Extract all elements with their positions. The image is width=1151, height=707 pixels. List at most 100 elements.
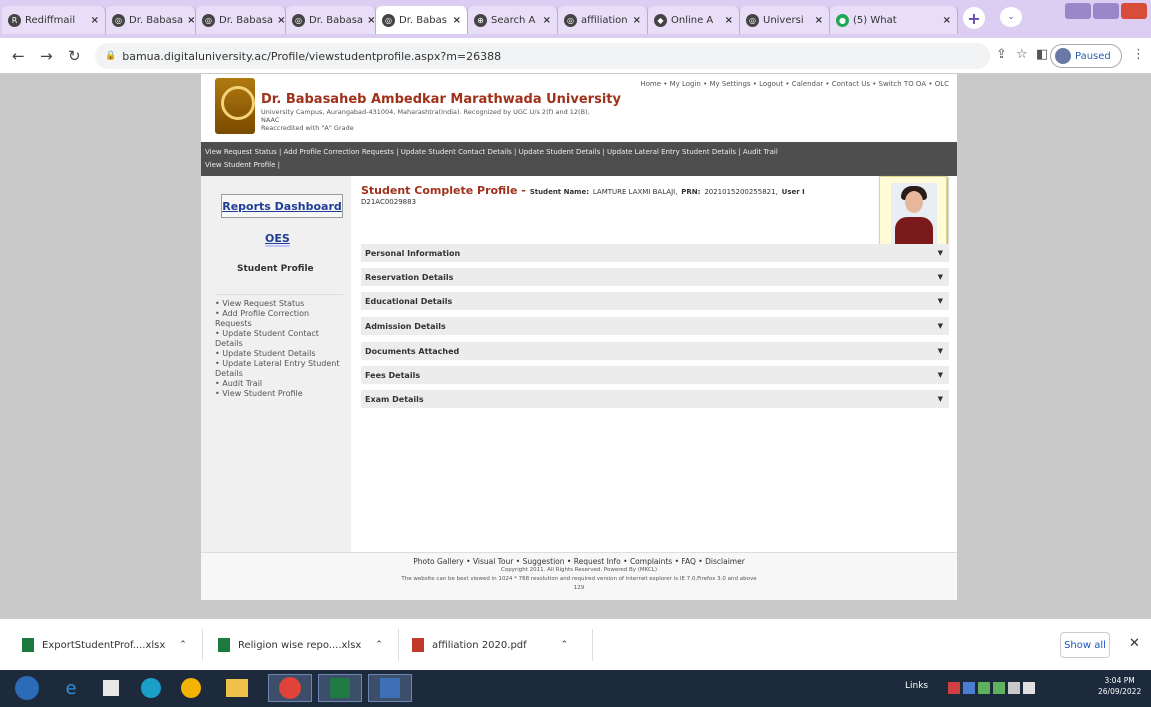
close-tab-icon[interactable]: × <box>629 15 641 26</box>
chevron-up-icon[interactable]: ⌃ <box>375 640 383 650</box>
chrome-icon[interactable] <box>176 674 206 702</box>
close-tab-icon[interactable]: × <box>939 15 951 26</box>
section-personal-information[interactable]: Personal Information ▼ <box>361 244 949 262</box>
browser-tab[interactable]: R Rediffmail × <box>2 6 106 34</box>
url-bar[interactable]: 🔒 bamua.digitaluniversity.ac/Profile/vie… <box>95 43 990 69</box>
close-icon[interactable]: ✕ <box>1129 636 1140 651</box>
close-tab-icon[interactable]: × <box>539 15 551 26</box>
share-icon[interactable]: ⇪ <box>996 47 1007 62</box>
browser-tab-strip: R Rediffmail × ◎ Dr. Babasa × ◎ Dr. Babasa × ◎… <box>0 0 1151 38</box>
browser-tab[interactable]: ⊕ Search A × <box>468 6 558 34</box>
tab-search-button[interactable]: ⌄ <box>1000 7 1022 27</box>
sidebar-item[interactable]: • View Request Status <box>215 299 343 309</box>
browser-tab[interactable]: ◎ Dr. Babasa × <box>196 6 286 34</box>
sidebar-item[interactable]: • View Student Profile <box>215 389 343 399</box>
close-tab-icon[interactable]: × <box>449 15 461 26</box>
browser-tab[interactable]: ◎ Universi × <box>740 6 830 34</box>
close-window-button[interactable] <box>1121 3 1147 19</box>
sidebar-links: • View Request Status • Add Profile Corr… <box>215 294 343 399</box>
sidebar-item[interactable]: • Update Student Details <box>215 349 343 359</box>
section-exam-details[interactable]: Exam Details ▼ <box>361 390 949 408</box>
windows-logo-icon <box>15 676 39 700</box>
browser-tab[interactable]: ◎ affiliation × <box>558 6 648 34</box>
browser-tab[interactable]: ◆ Online A × <box>648 6 740 34</box>
windows-taskbar: e Links 3:04 PM 26/09/2022 <box>0 670 1151 707</box>
browser-tab-active[interactable]: ◎ Dr. Babas × <box>376 6 468 34</box>
section-admission-details[interactable]: Admission Details ▼ <box>361 317 949 335</box>
back-arrow-icon[interactable]: ← <box>12 47 25 65</box>
left-sidebar: Reports Dashboard OES Student Profile • … <box>201 176 351 552</box>
close-tab-icon[interactable]: × <box>183 15 195 26</box>
excel-icon[interactable] <box>318 674 362 702</box>
chevron-up-icon[interactable]: ⌃ <box>561 640 569 650</box>
reports-dashboard-button[interactable]: Reports Dashboard <box>221 194 343 218</box>
rediff-icon: R <box>8 13 21 27</box>
close-tab-icon[interactable]: × <box>87 15 99 26</box>
menu-kebab-icon[interactable]: ⋮ <box>1132 47 1145 62</box>
chevron-down-icon: ▼ <box>937 249 943 257</box>
start-button[interactable] <box>12 674 42 702</box>
browser-tab[interactable]: ◎ Dr. Babasa × <box>106 6 196 34</box>
minimize-button[interactable] <box>1065 3 1091 19</box>
internet-explorer-icon[interactable]: e <box>56 674 86 702</box>
network-icon[interactable] <box>1008 682 1020 694</box>
section-fees-details[interactable]: Fees Details ▼ <box>361 366 949 384</box>
lock-icon: 🔒 <box>105 51 117 61</box>
chevron-down-icon: ▼ <box>937 395 943 403</box>
avatar <box>1055 48 1071 64</box>
section-documents-attached[interactable]: Documents Attached ▼ <box>361 342 949 360</box>
file-explorer-icon[interactable] <box>222 674 252 702</box>
section-educational-details[interactable]: Educational Details ▼ <box>361 292 949 310</box>
chrome-taskbar-active-icon[interactable] <box>268 674 312 702</box>
download-item[interactable]: affiliation 2020.pdf ⌃ <box>412 632 568 658</box>
forward-arrow-icon[interactable]: → <box>40 47 53 65</box>
sidebar-item[interactable]: • Update Student Contact Details <box>215 329 343 349</box>
close-tab-icon[interactable]: × <box>721 15 733 26</box>
main-content: Student Complete Profile - Student Name:… <box>361 176 951 552</box>
volume-icon[interactable] <box>1023 682 1035 694</box>
close-tab-icon[interactable]: × <box>273 15 285 26</box>
tray-app-icon[interactable] <box>993 682 1005 694</box>
media-player-icon[interactable] <box>96 674 126 702</box>
browser-tab[interactable]: ● (5) What × <box>830 6 958 34</box>
bookmark-star-icon[interactable]: ☆ <box>1016 47 1028 62</box>
chevron-down-icon: ▼ <box>937 347 943 355</box>
footer-links[interactable]: Photo Gallery • Visual Tour • Suggestion… <box>201 557 957 566</box>
university-logo <box>215 78 255 134</box>
top-menu-bar[interactable]: View Request Status | Add Profile Correc… <box>201 142 957 176</box>
chevron-down-icon: ▼ <box>937 371 943 379</box>
profile-button[interactable]: Paused <box>1050 44 1122 68</box>
tray-app-icon[interactable] <box>963 682 975 694</box>
new-tab-button[interactable]: + <box>963 7 985 29</box>
links-toolbar[interactable]: Links <box>905 681 928 691</box>
download-item[interactable]: Religion wise repo....xlsx ⌃ <box>218 632 383 658</box>
whatsapp-icon: ● <box>836 13 849 27</box>
sidebar-item[interactable]: • Audit Trail <box>215 379 343 389</box>
close-tab-icon[interactable]: × <box>811 15 823 26</box>
visit-counter: 129 <box>573 585 585 591</box>
close-tab-icon[interactable]: × <box>363 15 375 26</box>
sidepanel-icon[interactable]: ◧ <box>1036 47 1048 62</box>
tray-app-icon[interactable] <box>978 682 990 694</box>
word-icon[interactable] <box>368 674 412 702</box>
oes-link[interactable]: OES <box>265 232 290 247</box>
download-item[interactable]: ExportStudentProf....xlsx ⌃ <box>22 632 187 658</box>
copyright: Copyright 2011. All Rights Reserved. Pow… <box>500 567 658 573</box>
site-header: Dr. Babasaheb Ambedkar Marathwada Univer… <box>201 74 957 140</box>
show-all-button[interactable]: Show all <box>1060 632 1110 658</box>
sidebar-item[interactable]: • Update Lateral Entry Student Details <box>215 359 343 379</box>
browser-tab[interactable]: ◎ Dr. Babasa × <box>286 6 376 34</box>
reload-icon[interactable]: ↻ <box>68 47 81 65</box>
section-reservation-details[interactable]: Reservation Details ▼ <box>361 268 949 286</box>
system-clock[interactable]: 3:04 PM 26/09/2022 <box>1098 675 1141 697</box>
top-links[interactable]: Home • My Login • My Settings • Logout •… <box>640 80 949 88</box>
site-icon: ◎ <box>382 13 395 27</box>
sidebar-item[interactable]: • Add Profile Correction Requests <box>215 309 343 329</box>
chevron-up-icon[interactable]: ⌃ <box>179 640 187 650</box>
edge-icon[interactable] <box>136 674 166 702</box>
site-icon: ◎ <box>292 13 305 27</box>
page-title: Student Complete Profile - Student Name:… <box>361 184 805 206</box>
tray-app-icon[interactable] <box>948 682 960 694</box>
maximize-button[interactable] <box>1093 3 1119 19</box>
university-subtitle: University Campus, Aurangabad-431004, Ma… <box>261 108 590 132</box>
